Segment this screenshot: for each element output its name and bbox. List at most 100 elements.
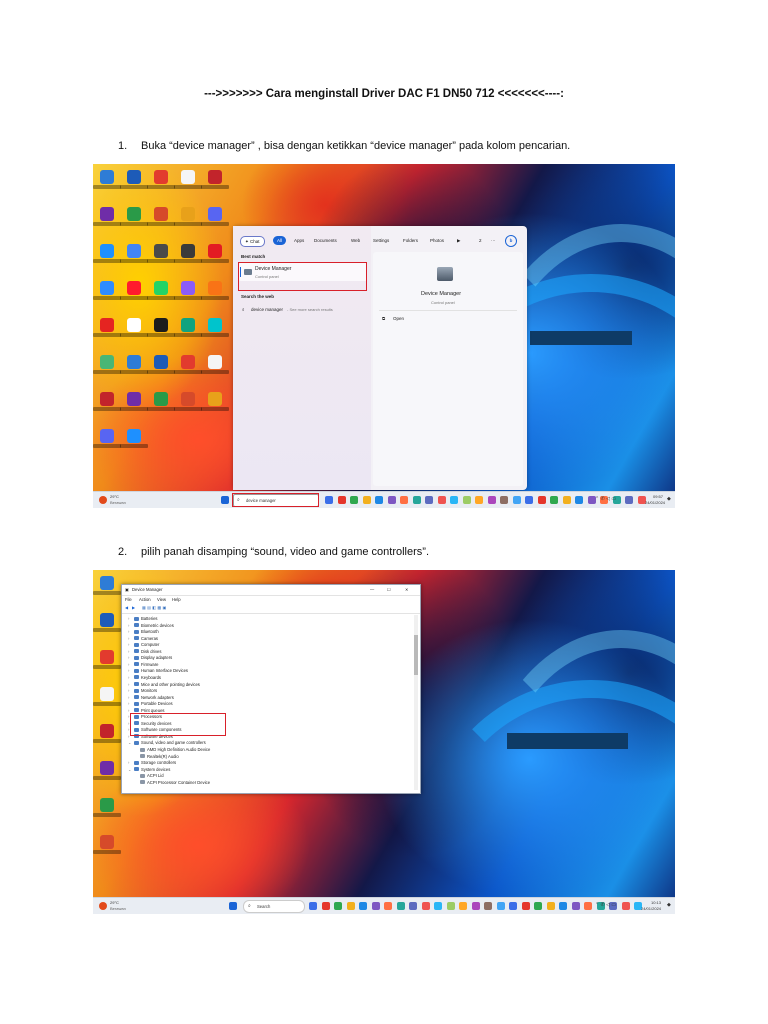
taskbar-app-icon[interactable] — [437, 496, 446, 504]
tab-all[interactable]: All — [273, 236, 287, 245]
taskbar-app-icon[interactable] — [537, 496, 546, 504]
device-tree-item[interactable]: Monitors — [141, 688, 157, 693]
open-action[interactable]: ⧉ Open — [379, 314, 439, 324]
expand-arrow-icon[interactable]: › — [128, 629, 129, 634]
tab-settings[interactable]: Settings — [369, 236, 393, 245]
maximize-button[interactable]: ☐ — [387, 587, 391, 592]
expand-arrow-icon[interactable]: › — [128, 649, 129, 654]
expand-arrow-icon[interactable]: › — [128, 695, 129, 700]
taskbar-app-icon[interactable] — [471, 902, 480, 910]
desktop-icon[interactable] — [120, 355, 148, 381]
taskbar-app-icon[interactable] — [571, 902, 580, 910]
taskbar-app-icon[interactable] — [496, 902, 505, 910]
toolbar-icons[interactable]: ▦ ▤ ◧ ▩ ▣ — [142, 605, 166, 610]
tab-documents[interactable]: Documents — [310, 236, 341, 245]
device-tree-item[interactable]: System devices — [141, 767, 170, 772]
taskbar-app-icon[interactable] — [359, 902, 367, 910]
desktop-icon[interactable] — [93, 244, 121, 270]
taskbar-app-icon[interactable] — [409, 902, 417, 910]
close-button[interactable]: ✕ — [405, 587, 409, 592]
more-arrow-icon[interactable]: ▶ — [457, 238, 460, 244]
taskbar-app-icon[interactable] — [446, 902, 455, 910]
tab-apps[interactable]: Apps — [290, 236, 308, 245]
desktop-icon[interactable] — [201, 392, 229, 418]
tab-folders[interactable]: Folders — [399, 236, 422, 245]
tab-chat[interactable]: ✦ Chat — [240, 236, 265, 247]
desktop-icon[interactable] — [93, 761, 121, 787]
desktop-icon[interactable] — [174, 355, 202, 381]
scrollbar-thumb[interactable] — [414, 635, 418, 675]
desktop-icon[interactable] — [120, 207, 148, 233]
device-tree-item[interactable]: Human Interface Devices — [141, 668, 188, 673]
expand-arrow-icon[interactable]: › — [128, 668, 129, 673]
taskbar-app-icon[interactable] — [550, 496, 558, 504]
desktop-icon[interactable] — [174, 244, 202, 270]
taskbar-app-icon[interactable] — [521, 902, 530, 910]
scrollbar[interactable] — [414, 615, 418, 790]
device-tree-item[interactable]: AMD High Definition Audio Device — [147, 747, 210, 752]
desktop-icon[interactable] — [174, 318, 202, 344]
desktop-icon[interactable] — [201, 170, 229, 196]
minimize-button[interactable]: — — [370, 587, 374, 592]
device-tree-item[interactable]: ACPI Lid — [147, 773, 164, 778]
desktop-icon[interactable] — [201, 207, 229, 233]
desktop-icon[interactable] — [147, 281, 175, 307]
desktop-icon[interactable] — [174, 392, 202, 418]
taskbar-app-icon[interactable] — [500, 496, 508, 504]
taskbar-app-icon[interactable] — [387, 496, 396, 504]
taskbar-app-icon[interactable] — [400, 496, 408, 504]
desktop-icon[interactable] — [174, 170, 202, 196]
device-tree-item[interactable]: Storage controllers — [141, 760, 176, 765]
taskbar-app-icon[interactable] — [434, 902, 442, 910]
desktop-icon[interactable] — [201, 244, 229, 270]
device-tree-item[interactable]: Realtek(R) Audio — [147, 754, 179, 759]
taskbar-app-icon[interactable] — [371, 902, 380, 910]
taskbar-app-icon[interactable] — [575, 496, 583, 504]
expand-arrow-icon[interactable]: ⌄ — [128, 740, 132, 745]
back-icon[interactable]: ◀ — [125, 605, 128, 610]
taskbar-app-icon[interactable] — [425, 496, 433, 504]
taskbar-app-icon[interactable] — [475, 496, 483, 504]
expand-arrow-icon[interactable]: › — [128, 701, 129, 706]
expand-arrow-icon[interactable]: › — [128, 636, 129, 641]
expand-arrow-icon[interactable]: › — [128, 708, 129, 713]
more-options-icon[interactable]: ··· — [491, 238, 496, 243]
tab-photos[interactable]: Photos — [426, 236, 448, 245]
device-tree-item[interactable]: Computer — [141, 642, 159, 647]
desktop-icon[interactable] — [147, 355, 175, 381]
device-tree-item[interactable]: Firmware — [141, 662, 158, 667]
taskbar-app-icon[interactable] — [534, 902, 542, 910]
taskbar-app-icon[interactable] — [559, 902, 567, 910]
taskbar-app-icon[interactable] — [346, 902, 355, 910]
device-tree-item[interactable]: Bluetooth — [141, 629, 159, 634]
device-tree-item[interactable]: Disk drives — [141, 649, 161, 654]
desktop-icon[interactable] — [120, 281, 148, 307]
desktop-icon[interactable] — [201, 318, 229, 344]
desktop-icon[interactable] — [147, 207, 175, 233]
taskbar-app-icon[interactable] — [321, 902, 330, 910]
taskbar-app-icon[interactable] — [487, 496, 496, 504]
desktop-icon[interactable] — [93, 392, 121, 418]
web-result[interactable]: ⌕ device manager - See more search resul… — [239, 304, 367, 322]
desktop-icon[interactable] — [147, 392, 175, 418]
notification-icon[interactable]: ◆ — [667, 496, 671, 502]
desktop-icon[interactable] — [93, 281, 121, 307]
expand-arrow-icon[interactable]: ⌄ — [128, 767, 132, 772]
taskbar-app-icon[interactable] — [334, 902, 342, 910]
desktop-icon[interactable] — [174, 207, 202, 233]
taskbar-app-icon[interactable] — [396, 902, 405, 910]
desktop-icon[interactable] — [93, 207, 121, 233]
desktop-icon[interactable] — [93, 724, 121, 750]
taskbar-app-icon[interactable] — [584, 902, 592, 910]
taskbar-app-icon[interactable] — [309, 902, 317, 910]
desktop-icon[interactable] — [147, 244, 175, 270]
desktop-icon[interactable] — [174, 281, 202, 307]
expand-arrow-icon[interactable]: › — [128, 675, 129, 680]
desktop-icon[interactable] — [93, 355, 121, 381]
menu-action[interactable]: Action — [139, 597, 151, 602]
taskbar-app-icon[interactable] — [325, 496, 333, 504]
device-tree-item[interactable]: Keyboards — [141, 675, 161, 680]
desktop-icon[interactable] — [93, 318, 121, 344]
taskbar-app-icon[interactable] — [384, 902, 392, 910]
taskbar-app-icon[interactable] — [546, 902, 555, 910]
